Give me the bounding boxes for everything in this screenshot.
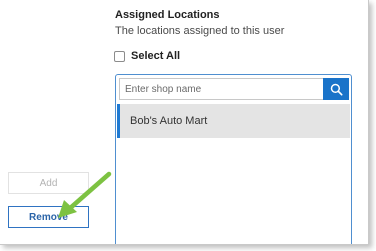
- select-all-control[interactable]: Select All: [114, 50, 180, 62]
- search-icon: [330, 83, 343, 96]
- select-all-label[interactable]: Select All: [131, 50, 180, 62]
- section-title: Assigned Locations: [115, 9, 220, 21]
- search-button[interactable]: [323, 78, 349, 100]
- locations-panel: Bob's Auto Mart: [115, 74, 352, 244]
- select-all-checkbox[interactable]: [114, 50, 125, 62]
- arrow-icon: [58, 171, 112, 218]
- location-list-item[interactable]: Bob's Auto Mart: [117, 104, 350, 138]
- section-subtitle: The locations assigned to this user: [115, 25, 285, 37]
- location-label: Bob's Auto Mart: [130, 115, 208, 127]
- dialog-frame: Assigned Locations The locations assigne…: [0, 0, 369, 245]
- shop-search-input[interactable]: [119, 78, 324, 100]
